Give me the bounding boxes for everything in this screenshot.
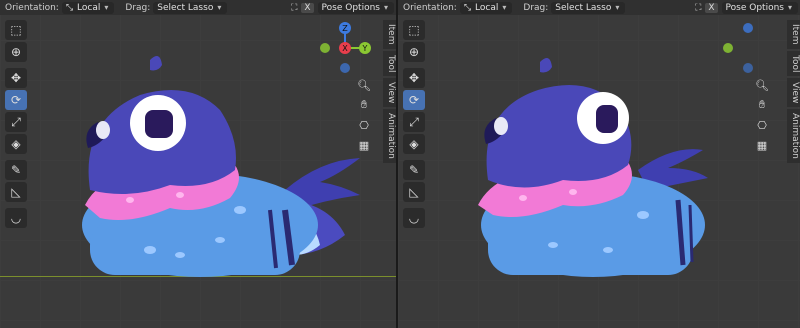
- measure-icon[interactable]: ◺: [5, 182, 27, 202]
- tab-view[interactable]: View: [383, 77, 396, 108]
- tab-item[interactable]: Item: [383, 20, 396, 49]
- chevron-down-icon: ▾: [217, 3, 222, 12]
- drag-value: Select Lasso: [157, 2, 214, 13]
- chevron-down-icon: ▾: [502, 3, 507, 12]
- select-box-icon[interactable]: ⬚: [403, 20, 425, 40]
- chevron-down-icon: ▾: [383, 3, 388, 12]
- select-box-icon[interactable]: ⬚: [5, 20, 27, 40]
- orientation-label: Orientation:: [403, 2, 457, 13]
- scale-icon[interactable]: ⤢: [5, 112, 27, 132]
- tab-view[interactable]: View: [787, 77, 800, 108]
- drag-value: Select Lasso: [555, 2, 612, 13]
- x-mirror-button[interactable]: X: [301, 2, 314, 13]
- sidebar-tabs: Item Tool View Animation: [383, 20, 396, 165]
- scale-icon[interactable]: ⤢: [403, 112, 425, 132]
- drag-label: Drag:: [125, 2, 151, 13]
- annotate-icon[interactable]: ✎: [403, 160, 425, 180]
- x-mirror-button[interactable]: X: [705, 2, 718, 13]
- pose-options-dropdown[interactable]: Pose Options ▾: [317, 1, 394, 14]
- pose-options-dropdown[interactable]: Pose Options ▾: [721, 1, 798, 14]
- scroll-corner: [0, 320, 396, 328]
- mirror-icon[interactable]: ⛶: [695, 3, 701, 13]
- move-icon[interactable]: ✥: [403, 68, 425, 88]
- orientation-dropdown[interactable]: ⤡ Local ▾: [459, 1, 513, 14]
- scroll-corner: [398, 320, 800, 328]
- sidebar-tabs: Item Tool View Animation: [787, 20, 800, 165]
- measure-icon[interactable]: ◺: [403, 182, 425, 202]
- transform-icon[interactable]: ◈: [403, 134, 425, 154]
- tab-animation[interactable]: Animation: [383, 109, 396, 164]
- annotate-icon[interactable]: ✎: [5, 160, 27, 180]
- pose-options-label: Pose Options: [321, 2, 380, 13]
- header-right: ⛶ X Pose Options ▾: [291, 0, 396, 15]
- pigeon-character[interactable]: [468, 50, 768, 280]
- tab-animation[interactable]: Animation: [787, 109, 800, 164]
- viewport-left[interactable]: Orientation: ⤡ Local ▾ Drag: Select Lass…: [0, 0, 396, 328]
- pose-options-label: Pose Options: [725, 2, 784, 13]
- viewport-header: Orientation: ⤡ Local ▾ Drag: Select Lass…: [398, 0, 800, 15]
- header-right: ⛶ X Pose Options ▾: [695, 0, 800, 15]
- transform-icon[interactable]: ◈: [5, 134, 27, 154]
- gizmo-z-label: Z: [342, 24, 348, 33]
- drag-dropdown[interactable]: Select Lasso ▾: [551, 1, 626, 14]
- drag-label: Drag:: [523, 2, 549, 13]
- chevron-down-icon: ▾: [104, 3, 109, 12]
- relax-icon[interactable]: ◡: [403, 208, 425, 228]
- drag-dropdown[interactable]: Select Lasso ▾: [153, 1, 228, 14]
- chevron-down-icon: ▾: [615, 3, 620, 12]
- viewport-right[interactable]: Orientation: ⤡ Local ▾ Drag: Select Lass…: [398, 0, 800, 328]
- orientation-icon: ⤡: [463, 2, 472, 13]
- tab-item[interactable]: Item: [787, 20, 800, 49]
- tool-shelf: ⬚ ⊕ ✥ ⟳ ⤢ ◈ ✎ ◺ ◡: [5, 20, 29, 230]
- tab-tool[interactable]: Tool: [787, 50, 800, 76]
- cursor-icon[interactable]: ⊕: [5, 42, 27, 62]
- rotate-icon[interactable]: ⟳: [5, 90, 27, 110]
- orientation-label: Orientation:: [5, 2, 59, 13]
- tool-shelf: ⬚ ⊕ ✥ ⟳ ⤢ ◈ ✎ ◺ ◡: [403, 20, 427, 230]
- pigeon-character[interactable]: [70, 50, 370, 280]
- chevron-down-icon: ▾: [787, 3, 792, 12]
- orientation-value: Local: [475, 2, 499, 13]
- move-icon[interactable]: ✥: [5, 68, 27, 88]
- mirror-icon[interactable]: ⛶: [291, 3, 297, 13]
- tab-tool[interactable]: Tool: [383, 50, 396, 76]
- relax-icon[interactable]: ◡: [5, 208, 27, 228]
- orientation-icon: ⤡: [65, 2, 74, 13]
- orientation-dropdown[interactable]: ⤡ Local ▾: [61, 1, 115, 14]
- rotate-icon[interactable]: ⟳: [403, 90, 425, 110]
- viewport-header: Orientation: ⤡ Local ▾ Drag: Select Lass…: [0, 0, 396, 15]
- cursor-icon[interactable]: ⊕: [403, 42, 425, 62]
- orientation-value: Local: [77, 2, 101, 13]
